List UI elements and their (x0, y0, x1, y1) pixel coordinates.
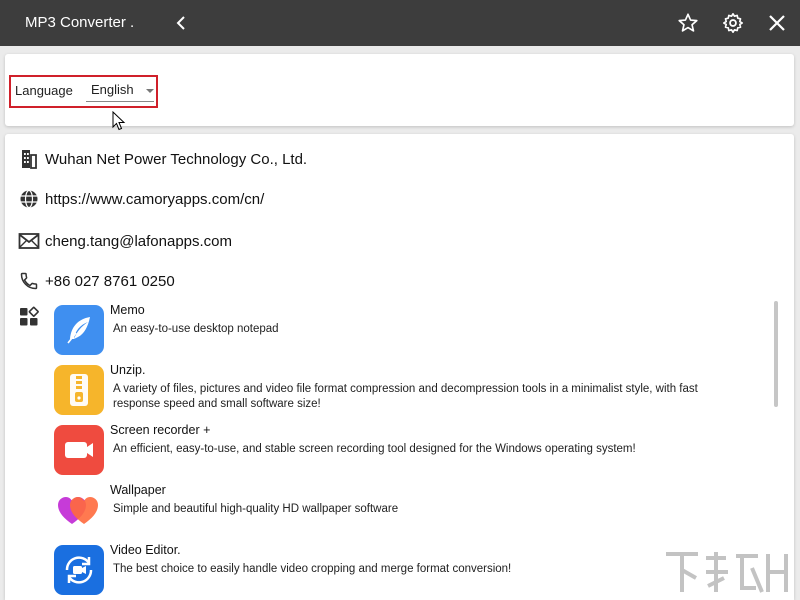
settings-button[interactable] (719, 9, 747, 37)
app-description: A variety of files, pictures and video f… (113, 383, 698, 410)
back-icon (176, 16, 185, 30)
zip-file-icon (54, 365, 104, 415)
mail-icon (18, 230, 40, 252)
app-title: MP3 Converter . (25, 14, 135, 31)
app-description: An easy-to-use desktop notepad (113, 323, 279, 335)
star-icon (678, 13, 698, 32)
video-camera-icon (54, 425, 104, 475)
app-name: Video Editor. (110, 543, 181, 557)
app-description: The best choice to easily handle video c… (113, 563, 512, 575)
email-link[interactable]: cheng.tang@lafonapps.com (45, 233, 232, 250)
hearts-icon (54, 485, 104, 535)
scrollbar[interactable] (774, 301, 778, 407)
mouse-cursor-icon (112, 111, 126, 131)
video-editor-icon (54, 545, 104, 595)
website-link[interactable]: https://www.camoryapps.com/cn/ (45, 191, 264, 208)
website-row[interactable]: https://www.camoryapps.com/cn/ (18, 187, 264, 211)
company-row: Wuhan Net Power Technology Co., Ltd. (18, 147, 307, 171)
title-bar: MP3 Converter . (0, 0, 800, 46)
app-name: Screen recorder + (110, 423, 211, 437)
back-button[interactable] (168, 9, 196, 37)
globe-icon (18, 188, 40, 210)
language-label: Language (15, 83, 73, 98)
close-button[interactable] (763, 9, 791, 37)
phone-icon (18, 270, 40, 292)
company-name: Wuhan Net Power Technology Co., Ltd. (45, 150, 308, 168)
language-select[interactable]: English (86, 81, 154, 102)
info-card: Wuhan Net Power Technology Co., Ltd. htt… (5, 134, 794, 600)
app-name: Unzip. (110, 363, 146, 377)
phone-number: +86 027 8761 0250 (45, 272, 175, 290)
language-value: English (91, 82, 134, 97)
chevron-down-icon (146, 89, 154, 93)
favorite-button[interactable] (674, 9, 702, 37)
watermark-logo (666, 552, 788, 593)
phone-row: +86 027 8761 0250 (18, 269, 175, 293)
app-name: Memo (110, 303, 145, 317)
app-description: Simple and beautiful high-quality HD wal… (113, 503, 399, 515)
app-name: Wallpaper (110, 483, 166, 497)
feather-icon (54, 305, 104, 355)
gear-icon (723, 13, 743, 33)
apps-grid-icon (18, 306, 40, 333)
building-icon (18, 148, 40, 170)
email-row[interactable]: cheng.tang@lafonapps.com (18, 229, 232, 253)
close-icon (769, 15, 785, 31)
app-description: An efficient, easy-to-use, and stable sc… (113, 443, 636, 455)
